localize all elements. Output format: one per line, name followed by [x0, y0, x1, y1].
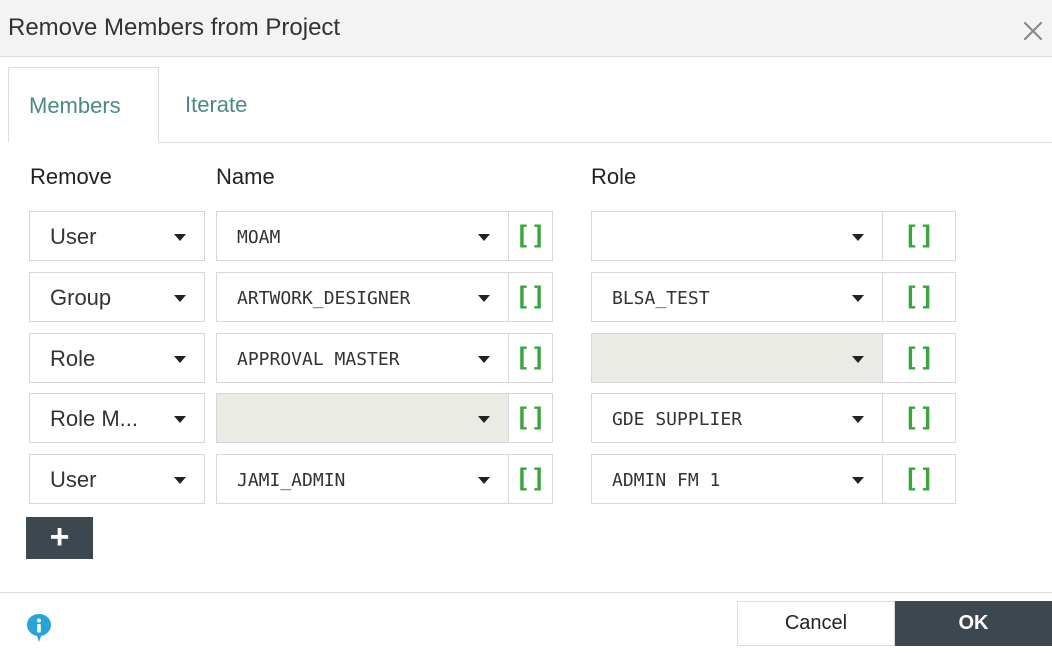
name-select[interactable]: ARTWORK_DESIGNER [216, 272, 509, 322]
chevron-down-icon [478, 477, 490, 484]
ok-button[interactable]: OK [895, 601, 1052, 646]
chevron-down-icon [174, 234, 186, 241]
chevron-down-icon [174, 295, 186, 302]
close-icon[interactable] [1020, 18, 1046, 44]
column-header-name: Name [216, 164, 275, 189]
role-select[interactable]: GDE SUPPLIER [591, 393, 883, 443]
chevron-down-icon [852, 477, 864, 484]
chevron-down-icon [478, 295, 490, 302]
member-row: Role M... [] GDE SUPPLIER [] [0, 393, 1052, 443]
name-bracket-button[interactable]: [] [509, 393, 553, 443]
add-row-button[interactable]: + [26, 517, 93, 559]
tab-bar: Members Iterate [0, 67, 1052, 143]
info-icon[interactable] [26, 613, 52, 643]
dialog-titlebar: Remove Members from Project [0, 0, 1052, 57]
tab-iterate[interactable]: Iterate [165, 67, 267, 143]
role-value: ADMIN FM 1 [612, 470, 721, 491]
chevron-down-icon [852, 416, 864, 423]
type-value: Group [50, 285, 112, 310]
member-row: Group ARTWORK_DESIGNER [] BLSA_TEST [] [0, 272, 1052, 322]
dialog-title: Remove Members from Project [8, 14, 341, 41]
member-row: User MOAM [] [] [0, 211, 1052, 261]
tab-members[interactable]: Members [8, 67, 159, 143]
name-select[interactable] [216, 393, 509, 443]
type-value: Role [50, 346, 96, 371]
name-bracket-button[interactable]: [] [509, 454, 553, 504]
role-bracket-button[interactable]: [] [883, 272, 956, 322]
name-bracket-button[interactable]: [] [509, 333, 553, 383]
name-bracket-button[interactable]: [] [509, 211, 553, 261]
member-row: Role APPROVAL MASTER [] [] [0, 333, 1052, 383]
cancel-button[interactable]: Cancel [737, 601, 895, 646]
member-row: User JAMI_ADMIN [] ADMIN FM 1 [] [0, 454, 1052, 504]
role-select[interactable]: BLSA_TEST [591, 272, 883, 322]
dialog-footer: Cancel OK [0, 592, 1052, 653]
role-bracket-button[interactable]: [] [883, 454, 956, 504]
name-bracket-button[interactable]: [] [509, 272, 553, 322]
type-select[interactable]: Role [29, 333, 205, 383]
role-bracket-button[interactable]: [] [883, 211, 956, 261]
chevron-down-icon [852, 356, 864, 363]
name-value: MOAM [237, 227, 281, 248]
type-select[interactable]: Role M... [29, 393, 205, 443]
role-value: BLSA_TEST [612, 288, 710, 309]
column-header-role: Role [591, 164, 637, 189]
name-value: JAMI_ADMIN [237, 470, 346, 491]
role-bracket-button[interactable]: [] [883, 333, 956, 383]
type-select[interactable]: Group [29, 272, 205, 322]
chevron-down-icon [478, 234, 490, 241]
chevron-down-icon [852, 234, 864, 241]
chevron-down-icon [174, 416, 186, 423]
type-value: User [50, 224, 97, 249]
name-value: ARTWORK_DESIGNER [237, 288, 411, 309]
type-select[interactable]: User [29, 211, 205, 261]
role-select[interactable] [591, 333, 883, 383]
name-select[interactable]: MOAM [216, 211, 509, 261]
chevron-down-icon [478, 416, 490, 423]
role-bracket-button[interactable]: [] [883, 393, 956, 443]
chevron-down-icon [852, 295, 864, 302]
role-select[interactable] [591, 211, 883, 261]
name-select[interactable]: APPROVAL MASTER [216, 333, 509, 383]
role-select[interactable]: ADMIN FM 1 [591, 454, 883, 504]
name-select[interactable]: JAMI_ADMIN [216, 454, 509, 504]
chevron-down-icon [478, 356, 490, 363]
type-value: Role M... [50, 406, 139, 431]
name-value: APPROVAL MASTER [237, 349, 400, 370]
chevron-down-icon [174, 356, 186, 363]
column-header-remove: Remove [30, 164, 112, 189]
role-value: GDE SUPPLIER [612, 409, 743, 430]
tab-divider [8, 142, 1052, 143]
chevron-down-icon [174, 477, 186, 484]
type-select[interactable]: User [29, 454, 205, 504]
type-value: User [50, 467, 97, 492]
